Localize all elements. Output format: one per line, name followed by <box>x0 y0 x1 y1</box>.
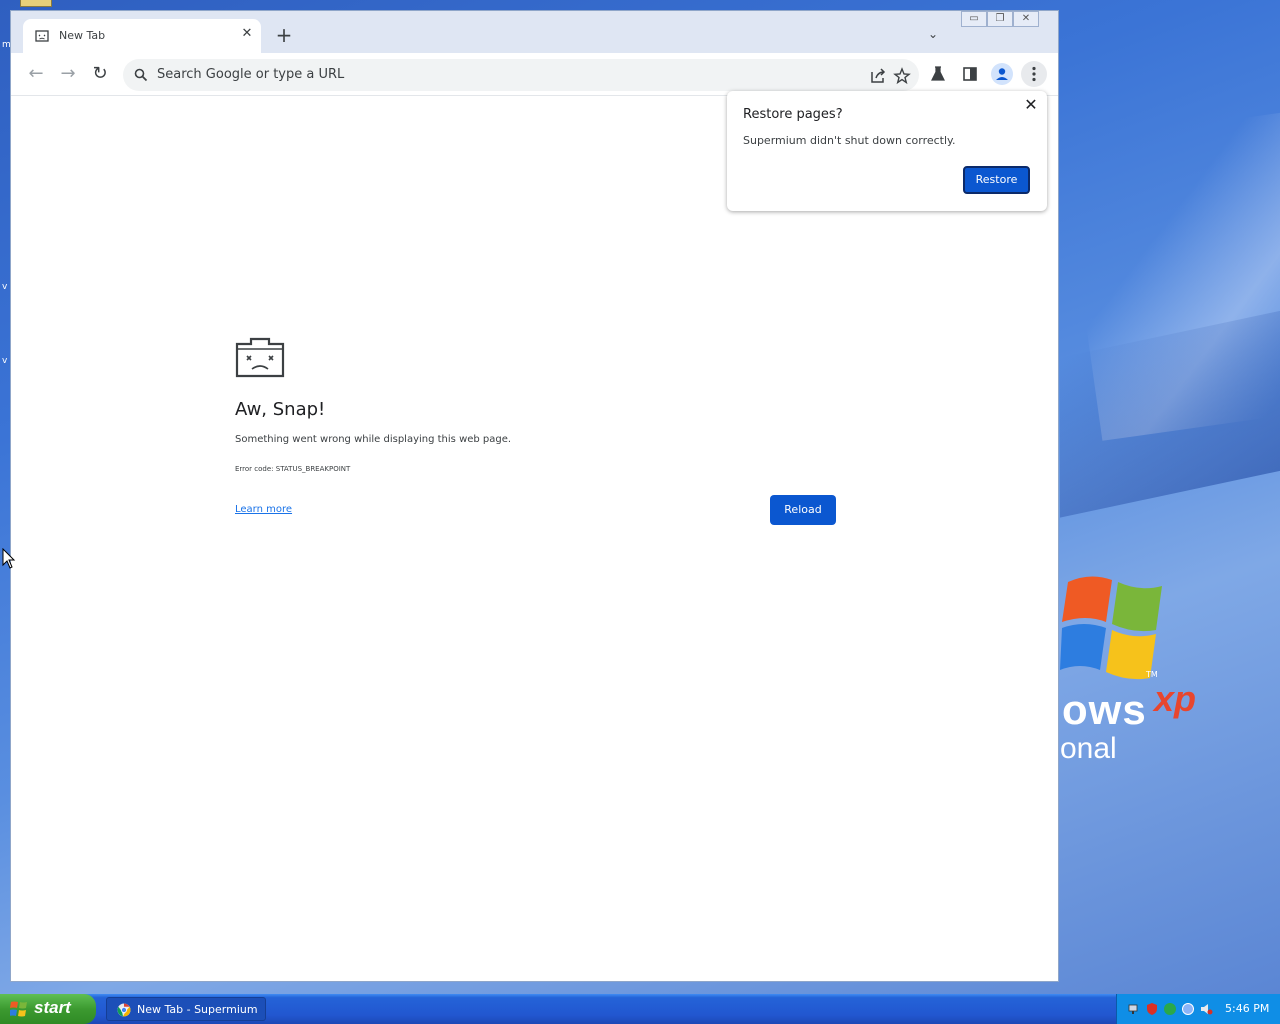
tab-close-icon[interactable]: ✕ <box>239 26 255 42</box>
bubble-title: Restore pages? <box>743 107 843 122</box>
side-panel-icon[interactable] <box>961 65 979 83</box>
tray-update-icon[interactable] <box>1163 1002 1177 1016</box>
xp-edition-text: onal <box>1060 732 1117 765</box>
sad-tab-title: Aw, Snap! <box>235 399 326 420</box>
system-tray: 5:46 PM <box>1116 994 1280 1024</box>
tray-settings-icon[interactable] <box>1181 1002 1195 1016</box>
desktop-icon-label-fragment[interactable]: v <box>2 282 7 292</box>
windows-flag-logo-icon <box>1060 576 1162 680</box>
tab-new-tab[interactable]: New Tab ✕ <box>23 19 261 53</box>
tray-network-icon[interactable] <box>1127 1002 1141 1016</box>
taskbar-item-supermium[interactable]: New Tab - Supermium <box>106 997 266 1021</box>
windows-flag-icon <box>10 1001 27 1017</box>
restore-pages-bubble: Restore pages? Supermium didn't shut dow… <box>727 91 1047 211</box>
desktop-folder-icon[interactable] <box>20 0 52 7</box>
labs-flask-icon[interactable] <box>929 65 947 83</box>
learn-more-link[interactable]: Learn more <box>235 504 292 515</box>
share-icon[interactable] <box>869 67 887 85</box>
reload-icon[interactable]: ↻ <box>89 63 111 85</box>
sad-tab-favicon-icon <box>35 30 49 42</box>
search-icon <box>134 68 148 82</box>
minimize-button[interactable]: ▭ <box>961 11 987 27</box>
maximize-button[interactable]: ❐ <box>987 11 1013 27</box>
taskbar-clock[interactable]: 5:46 PM <box>1225 1002 1269 1015</box>
close-window-button[interactable]: ✕ <box>1013 11 1039 27</box>
bookmark-star-icon[interactable] <box>893 67 911 85</box>
omnibox-placeholder[interactable]: Search Google or type a URL <box>157 67 344 82</box>
desktop-icon-label-fragment[interactable]: v <box>2 356 7 366</box>
new-tab-button[interactable]: + <box>274 25 294 46</box>
reload-button[interactable]: Reload <box>770 495 836 525</box>
browser-toolbar: ← → ↻ Search Google or type a URL <box>11 53 1058 96</box>
bubble-close-icon[interactable]: ✕ <box>1021 95 1041 115</box>
taskbar: start New Tab - Supermium 5:46 PM <box>0 994 1280 1024</box>
error-code: Error code: STATUS_BREAKPOINT <box>235 465 351 473</box>
person-icon <box>996 68 1008 80</box>
browser-menu-button[interactable] <box>1021 61 1047 87</box>
taskbar-item-label: New Tab - Supermium <box>137 1003 258 1016</box>
window-controls: ▭ ❐ ✕ <box>961 11 1039 27</box>
mouse-cursor-icon <box>2 548 16 569</box>
tab-search-chevron-icon[interactable]: ⌄ <box>924 27 942 45</box>
sad-tab-message: Something went wrong while displaying th… <box>235 434 512 445</box>
windows-xp-wordmark: ows TM xp onal <box>1060 670 1280 776</box>
profile-avatar-icon[interactable] <box>991 63 1013 85</box>
xp-wordmark-text: ows <box>1062 686 1147 733</box>
start-label: start <box>34 998 71 1017</box>
restore-button[interactable]: Restore <box>963 166 1030 194</box>
sad-tab-icon <box>235 337 285 378</box>
start-button[interactable]: start <box>0 994 96 1024</box>
tab-strip: New Tab ✕ + ⌄ ▭ ❐ ✕ <box>11 11 1058 53</box>
tray-volume-icon[interactable] <box>1199 1002 1213 1016</box>
xp-superscript: xp <box>1154 678 1197 719</box>
tab-title: New Tab <box>59 29 106 42</box>
back-button[interactable]: ← <box>25 63 47 85</box>
omnibox[interactable]: Search Google or type a URL <box>123 59 919 91</box>
browser-window: New Tab ✕ + ⌄ ▭ ❐ ✕ ← → ↻ Search Google … <box>10 10 1059 982</box>
bubble-message: Supermium didn't shut down correctly. <box>743 134 956 147</box>
tray-security-shield-icon[interactable] <box>1145 1002 1159 1016</box>
forward-button[interactable]: → <box>57 63 79 85</box>
kebab-menu-icon <box>1032 66 1036 82</box>
supermium-browser-icon <box>117 1003 131 1017</box>
